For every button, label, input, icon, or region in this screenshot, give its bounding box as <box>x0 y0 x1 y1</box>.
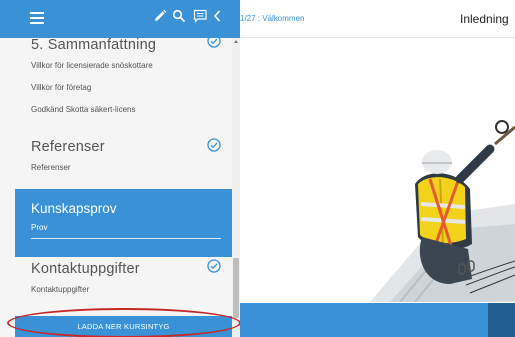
page-title: Inledning <box>460 12 509 26</box>
check-circle-icon <box>207 259 221 273</box>
scrollbar-thumb[interactable] <box>233 258 239 318</box>
comment-icon[interactable] <box>193 9 208 24</box>
main-content-area: 1/27 : Välkommen Inledning <box>240 0 515 337</box>
next-button[interactable] <box>488 303 515 337</box>
section-title[interactable]: 5. Sammanfattning <box>31 37 156 53</box>
list-item[interactable]: Prov <box>31 223 47 232</box>
course-illustration <box>240 39 515 303</box>
section-list: 5. Sammanfattning Villkor för licensiera… <box>0 34 232 337</box>
course-sidebar: 5. Sammanfattning Villkor för licensiera… <box>0 0 240 337</box>
list-item[interactable]: Referenser <box>31 163 71 172</box>
list-item[interactable]: Villkor för licensierade snöskottare <box>31 61 153 70</box>
menu-icon[interactable] <box>30 12 44 24</box>
app-window: 5. Sammanfattning Villkor för licensiera… <box>0 0 515 337</box>
sidebar-toolbar <box>0 0 240 38</box>
chevron-left-icon[interactable] <box>212 9 222 23</box>
search-icon[interactable] <box>172 9 186 23</box>
divider <box>31 238 221 239</box>
list-item[interactable]: Kontaktuppgifter <box>31 285 89 294</box>
list-item[interactable]: Villkor för företag <box>31 83 91 92</box>
main-header: 1/27 : Välkommen Inledning <box>240 0 515 38</box>
pencil-icon[interactable] <box>153 9 167 23</box>
download-certificate-button[interactable]: LADDA NER KURSINTYG <box>15 316 232 337</box>
list-item[interactable]: Godkänd Skotta säkert-licens <box>31 105 136 114</box>
check-circle-icon <box>207 34 221 48</box>
section-title[interactable]: Kontaktuppgifter <box>31 261 140 277</box>
bottom-navigation-bar <box>240 303 488 337</box>
active-section[interactable]: Kunskapsprov Prov <box>15 189 232 257</box>
snow-shoveler-illustration <box>370 120 515 303</box>
breadcrumb[interactable]: 1/27 : Välkommen <box>240 14 304 23</box>
section-title[interactable]: Referenser <box>31 139 105 155</box>
section-title: Kunskapsprov <box>31 201 117 216</box>
scroll-up-arrow-icon[interactable] <box>234 40 238 43</box>
check-circle-icon <box>207 138 221 152</box>
